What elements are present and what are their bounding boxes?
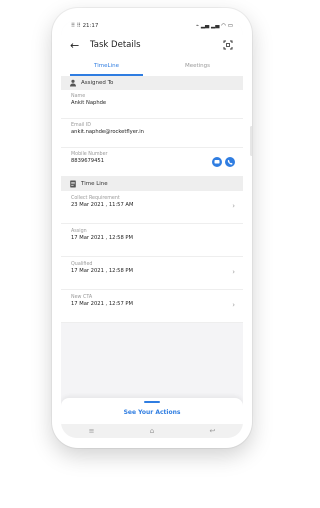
chevron-right-icon: › — [232, 301, 235, 309]
timeline-item-date: 23 Mar 2021 , 11:57 AM — [71, 202, 134, 208]
contact-actions — [212, 157, 235, 167]
tab-meetings-label: Meetings — [184, 63, 211, 69]
timeline-item[interactable]: Assign 17 Mar 2021 , 12:58 PM — [61, 224, 243, 257]
see-actions-button[interactable]: See Your Actions — [61, 409, 243, 416]
timeline-item[interactable]: Qualified 17 Mar 2021 , 12:58 PM › — [61, 257, 243, 290]
name-label: Name — [71, 94, 86, 99]
mobile-label: Mobile Number — [71, 152, 108, 157]
timeline-item[interactable]: Collect Requirement 23 Mar 2021 , 11:57 … — [61, 191, 243, 224]
timeline-item[interactable]: New CTA 17 Mar 2021 , 12:57 PM › — [61, 290, 243, 323]
chevron-right-icon: › — [232, 202, 235, 210]
assigned-to-header: Assigned To — [61, 76, 243, 90]
call-button[interactable] — [225, 157, 235, 167]
tab-meetings[interactable]: Meetings — [152, 58, 243, 76]
name-value: Ankit Naphde — [71, 100, 107, 106]
message-icon — [214, 160, 220, 164]
page-title: Task Details — [90, 40, 141, 50]
timeline-item-date: 17 Mar 2021 , 12:57 PM — [71, 301, 134, 307]
system-nav-bar: ≡ ⌂ ↩ — [61, 424, 243, 438]
mobile-value: 8839679451 — [71, 158, 105, 164]
document-icon — [69, 180, 77, 188]
timeline-item-date: 17 Mar 2021 , 12:58 PM — [71, 268, 134, 274]
app-screen: ⠿ ⠿ 21:17 ⌁ ▂▄ ▂▄ ◠ ▭ ← Task Details Tim… — [61, 20, 243, 438]
status-time: ⠿ ⠿ 21:17 — [71, 23, 98, 29]
status-bar: ⠿ ⠿ 21:17 ⌁ ▂▄ ▂▄ ◠ ▭ — [61, 20, 243, 32]
mobile-field: Mobile Number 8839679451 — [61, 148, 243, 177]
phone-frame: ⠿ ⠿ 21:17 ⌁ ▂▄ ▂▄ ◠ ▭ ← Task Details Tim… — [52, 8, 252, 448]
actions-bottom-sheet: See Your Actions — [61, 398, 243, 426]
tab-timeline-label: TimeLine — [94, 63, 119, 69]
back-nav-icon[interactable]: ↩ — [209, 427, 215, 435]
home-icon[interactable]: ⌂ — [150, 427, 154, 435]
tab-bar: TimeLine Meetings — [61, 58, 243, 76]
timeline-item-date: 17 Mar 2021 , 12:58 PM — [71, 235, 134, 241]
expand-icon[interactable] — [222, 39, 234, 51]
arrow-left-icon[interactable]: ← — [70, 39, 84, 52]
status-right-icons: ⌁ ▂▄ ▂▄ ◠ ▭ — [195, 23, 233, 29]
message-button[interactable] — [212, 157, 222, 167]
name-field: Name Ankit Naphde — [61, 90, 243, 119]
timeline-item-label: Assign — [71, 229, 87, 234]
assigned-to-title: Assigned To — [81, 80, 114, 86]
tab-timeline[interactable]: TimeLine — [61, 58, 152, 76]
phone-side-button — [250, 126, 252, 156]
app-header: ← Task Details — [61, 32, 243, 58]
timeline-item-label: Collect Requirement — [71, 196, 120, 201]
chevron-right-icon: › — [232, 268, 235, 276]
timeline-header: Time Line — [61, 177, 243, 191]
status-left-icons: ⠿ ⠿ — [71, 23, 81, 29]
email-label: Email ID — [71, 123, 91, 128]
timeline-title: Time Line — [81, 181, 108, 187]
menu-icon[interactable]: ≡ — [89, 427, 95, 435]
email-value: ankit.naphde@rocketflyer.in — [71, 129, 144, 135]
timeline-item-label: Qualified — [71, 262, 93, 267]
phone-icon — [227, 159, 233, 165]
timeline-item-label: New CTA — [71, 295, 93, 300]
sheet-drag-handle[interactable] — [144, 401, 160, 403]
email-field: Email ID ankit.naphde@rocketflyer.in — [61, 119, 243, 148]
status-clock: 21:17 — [82, 23, 99, 29]
user-badge-icon — [69, 79, 77, 87]
